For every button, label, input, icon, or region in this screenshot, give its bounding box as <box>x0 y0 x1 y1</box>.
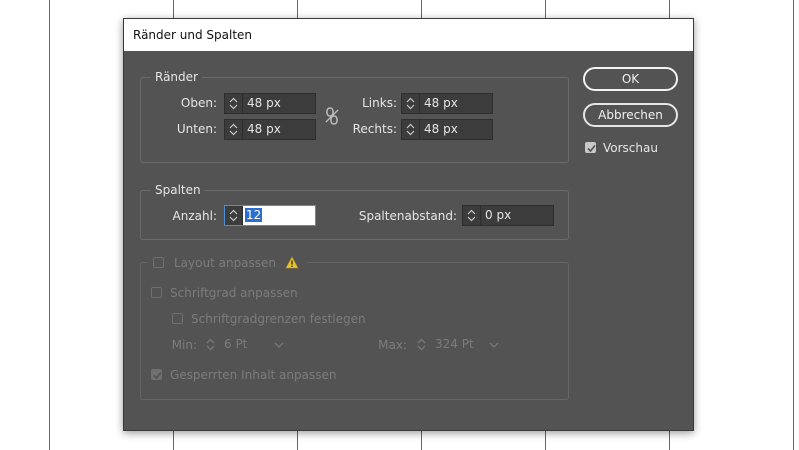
chevron-down-icon[interactable] <box>272 335 288 354</box>
stepper-arrows-icon[interactable] <box>402 120 420 139</box>
max-size-field[interactable]: 324 Pt <box>412 334 504 355</box>
column-guide <box>49 0 50 450</box>
right-margin-label: Rechts: <box>352 122 397 136</box>
gutter-field[interactable]: 0 px <box>462 205 554 226</box>
font-size-adjust-checkbox[interactable] <box>151 287 162 298</box>
ok-button[interactable]: OK <box>583 67 678 91</box>
layout-adjust-legend: Layout anpassen <box>147 255 307 271</box>
column-count-value[interactable]: 12 <box>245 208 263 222</box>
top-margin-field[interactable]: 48 px <box>224 93 316 114</box>
bottom-margin-label: Unten: <box>176 122 217 136</box>
right-margin-field[interactable]: 48 px <box>401 119 493 140</box>
column-count-input[interactable]: 12 <box>243 206 315 225</box>
columns-group: Spalten Anzahl: 12 Spaltenabstand: 0 px <box>140 183 569 240</box>
margins-columns-dialog: Ränder und Spalten Ränder Oben: 48 px Un… <box>123 18 694 431</box>
gutter-label: Spaltenabstand: <box>358 209 457 223</box>
font-size-adjust-label: Schriftgrad anpassen <box>170 286 298 300</box>
warning-icon <box>285 256 299 269</box>
columns-legend: Spalten <box>151 183 205 197</box>
column-count-label: Anzahl: <box>172 209 217 223</box>
min-size-field[interactable]: 6 Pt <box>201 334 289 355</box>
margins-legend: Ränder <box>151 70 202 84</box>
min-size-value[interactable]: 6 Pt <box>220 335 272 354</box>
stepper-arrows-icon[interactable] <box>413 335 431 354</box>
layout-adjust-label: Layout anpassen <box>174 256 277 270</box>
top-margin-value[interactable]: 48 px <box>243 94 315 113</box>
dialog-title: Ränder und Spalten <box>124 19 693 51</box>
stepper-arrows-icon[interactable] <box>225 206 243 225</box>
column-count-field[interactable]: 12 <box>224 205 316 226</box>
locked-content-label: Gesperrten Inhalt anpassen <box>170 368 337 382</box>
chevron-down-icon[interactable] <box>487 335 503 354</box>
right-margin-value[interactable]: 48 px <box>420 120 492 139</box>
chain-link-icon[interactable] <box>324 106 340 126</box>
gutter-value[interactable]: 0 px <box>481 206 553 225</box>
stepper-arrows-icon[interactable] <box>225 120 243 139</box>
left-margin-field[interactable]: 48 px <box>401 93 493 114</box>
stepper-arrows-icon[interactable] <box>402 94 420 113</box>
stepper-arrows-icon[interactable] <box>225 94 243 113</box>
locked-content-checkbox[interactable] <box>151 369 162 380</box>
bottom-margin-value[interactable]: 48 px <box>243 120 315 139</box>
left-margin-value[interactable]: 48 px <box>420 94 492 113</box>
max-label: Max: <box>378 338 407 352</box>
preview-label: Vorschau <box>603 141 658 155</box>
top-margin-label: Oben: <box>180 96 217 110</box>
column-guide <box>793 0 794 450</box>
layout-adjust-checkbox[interactable] <box>153 257 164 268</box>
font-size-limits-label: Schriftgradgrenzen festlegen <box>191 312 366 326</box>
margins-group: Ränder Oben: 48 px Unten: 48 px Links: 4… <box>140 70 569 163</box>
layout-adjust-group: Layout anpassen Schriftgrad anpassen Sch… <box>140 255 569 400</box>
cancel-button[interactable]: Abbrechen <box>583 103 678 127</box>
bottom-margin-field[interactable]: 48 px <box>224 119 316 140</box>
font-size-limits-checkbox[interactable] <box>172 313 183 324</box>
stepper-arrows-icon[interactable] <box>202 335 220 354</box>
min-label: Min: <box>171 338 197 352</box>
preview-checkbox[interactable] <box>585 142 596 153</box>
max-size-value[interactable]: 324 Pt <box>431 335 487 354</box>
stepper-arrows-icon[interactable] <box>463 206 481 225</box>
left-margin-label: Links: <box>362 96 397 110</box>
